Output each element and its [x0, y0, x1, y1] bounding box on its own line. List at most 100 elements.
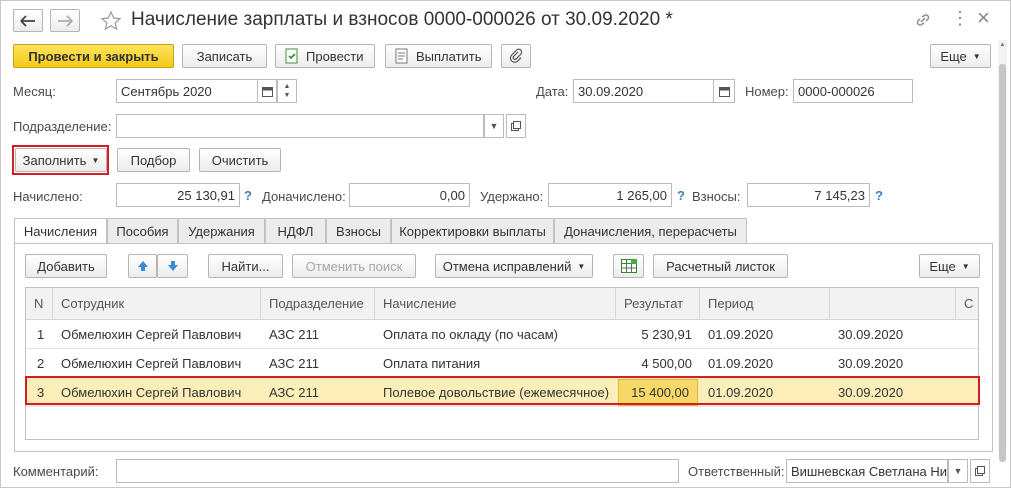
table-settings-button[interactable]: [613, 254, 644, 278]
tab-benefits[interactable]: Пособия: [107, 218, 178, 243]
contributions-field[interactable]: 7 145,23: [747, 183, 870, 207]
arrow-up-icon: [137, 261, 148, 271]
month-label: Месяц:: [13, 84, 56, 99]
withheld-help-icon[interactable]: ?: [677, 188, 685, 203]
responsible-label: Ответственный:: [688, 464, 785, 479]
open-form-icon: [975, 466, 985, 476]
tab-contributions[interactable]: Взносы: [326, 218, 391, 243]
column-header-n[interactable]: N: [26, 288, 53, 320]
chevron-down-icon: ▼: [972, 51, 981, 61]
vertical-scrollbar[interactable]: ▲: [998, 40, 1007, 462]
result-cell: 4 500,00: [641, 356, 692, 371]
employee-cell: Обмелюхин Сергей Павлович: [61, 327, 242, 342]
withheld-field[interactable]: 1 265,00: [548, 183, 672, 207]
add-row-button[interactable]: Добавить: [25, 254, 107, 278]
select-button[interactable]: Подбор: [117, 148, 190, 172]
post-button[interactable]: Провести: [275, 44, 375, 68]
move-up-button[interactable]: [128, 254, 157, 278]
arrow-down-icon: [167, 261, 178, 271]
tab-recalculations[interactable]: Доначисления, перерасчеты: [554, 218, 747, 243]
responsible-field[interactable]: Вишневская Светлана Ни: [786, 459, 948, 483]
accrued-field[interactable]: 25 130,91: [116, 183, 240, 207]
tab-ndfl[interactable]: НДФЛ: [265, 218, 326, 243]
attach-button[interactable]: [501, 44, 531, 68]
clear-button[interactable]: Очистить: [199, 148, 281, 172]
arrow-left-icon: [20, 14, 35, 27]
scrollbar-thumb[interactable]: [999, 64, 1006, 462]
accrual-cell: Оплата по окладу (по часам): [383, 327, 558, 342]
back-button[interactable]: [13, 9, 43, 32]
table-row[interactable]: 1 Обмелюхин Сергей Павлович АЗС 211 Опла…: [26, 320, 978, 349]
spin-down-icon[interactable]: ▼: [284, 91, 291, 100]
spin-up-icon[interactable]: ▲: [284, 82, 291, 91]
find-button[interactable]: Найти...: [208, 254, 283, 278]
month-spinner[interactable]: ▲ ▼: [277, 79, 297, 103]
responsible-dropdown-button[interactable]: ▼: [948, 459, 968, 483]
paperclip-icon: [509, 48, 523, 63]
column-header-division[interactable]: Подразделение: [261, 288, 375, 320]
link-icon[interactable]: [914, 11, 932, 29]
more-button-label: Еще: [940, 48, 967, 64]
star-icon[interactable]: [100, 10, 122, 32]
table-row[interactable]: 2 Обмелюхин Сергей Павлович АЗС 211 Опла…: [26, 349, 978, 378]
column-header-period-end[interactable]: [830, 288, 956, 320]
division-field[interactable]: [116, 114, 484, 138]
payslip-button[interactable]: Расчетный листок: [653, 254, 788, 278]
employee-cell: Обмелюхин Сергей Павлович: [61, 356, 242, 371]
tab-payment-corrections[interactable]: Корректировки выплаты: [391, 218, 554, 243]
number-field[interactable]: 0000-000026: [793, 79, 913, 103]
cancel-corrections-button[interactable]: Отмена исправлений ▼: [435, 254, 593, 278]
pay-button-label: Выплатить: [416, 48, 482, 64]
chevron-down-icon: ▼: [961, 261, 970, 271]
close-icon[interactable]: ×: [977, 5, 990, 31]
date-field[interactable]: 30.09.2020: [573, 79, 714, 103]
period-start-cell: 01.09.2020: [708, 356, 774, 371]
tab-accruals[interactable]: Начисления: [14, 218, 107, 244]
column-header-result[interactable]: Результат: [616, 288, 700, 320]
column-header-accrual[interactable]: Начисление: [375, 288, 616, 320]
post-button-label: Провести: [306, 48, 364, 64]
tab-deductions[interactable]: Удержания: [178, 218, 265, 243]
calendar-button[interactable]: [257, 79, 277, 103]
responsible-open-button[interactable]: [970, 459, 990, 483]
post-document-icon: [285, 48, 298, 64]
number-label: Номер:: [745, 84, 789, 99]
forward-button[interactable]: [50, 9, 80, 32]
accrued-help-icon[interactable]: ?: [244, 188, 252, 203]
arrow-right-icon: [58, 14, 73, 27]
payment-document-icon: [395, 48, 408, 64]
cancel-search-button[interactable]: Отменить поиск: [292, 254, 416, 278]
comment-field[interactable]: [116, 459, 679, 483]
calendar-icon: [718, 86, 730, 97]
extra-accrued-label: Доначислено:: [262, 189, 346, 204]
column-header-period[interactable]: Период: [700, 288, 830, 320]
extra-accrued-field[interactable]: 0,00: [349, 183, 470, 207]
accruals-table[interactable]: N Сотрудник Подразделение Начисление Рез…: [25, 287, 979, 440]
division-open-button[interactable]: [506, 114, 526, 138]
table-more-button[interactable]: Еще ▼: [919, 254, 980, 278]
open-form-icon: [511, 121, 521, 131]
date-calendar-button[interactable]: [713, 79, 735, 103]
chevron-down-icon: ▼: [577, 261, 586, 271]
division-label: Подразделение:: [13, 119, 112, 134]
row-number: 2: [37, 356, 45, 371]
cancel-corrections-label: Отмена исправлений: [442, 258, 572, 274]
month-field[interactable]: Сентябрь 2020: [116, 79, 258, 103]
more-button[interactable]: Еще ▼: [930, 44, 991, 68]
move-down-button[interactable]: [157, 254, 188, 278]
table-grid-icon: [620, 259, 637, 273]
more-icon[interactable]: ⋮: [951, 8, 969, 29]
division-dropdown-button[interactable]: ▼: [484, 114, 504, 138]
accrual-cell: Оплата питания: [383, 356, 481, 371]
scrollbar-up-icon[interactable]: ▲: [998, 42, 1007, 48]
division-cell: АЗС 211: [269, 356, 319, 371]
calendar-icon: [261, 86, 273, 97]
pay-button[interactable]: Выплатить: [385, 44, 492, 68]
contributions-help-icon[interactable]: ?: [875, 188, 883, 203]
accrued-label: Начислено:: [13, 189, 83, 204]
chevron-down-icon: ▼: [489, 121, 499, 131]
save-button[interactable]: Записать: [182, 44, 267, 68]
post-and-close-button[interactable]: Провести и закрыть: [13, 44, 174, 68]
column-header-employee[interactable]: Сотрудник: [53, 288, 261, 320]
column-header-truncated[interactable]: С: [956, 288, 978, 320]
